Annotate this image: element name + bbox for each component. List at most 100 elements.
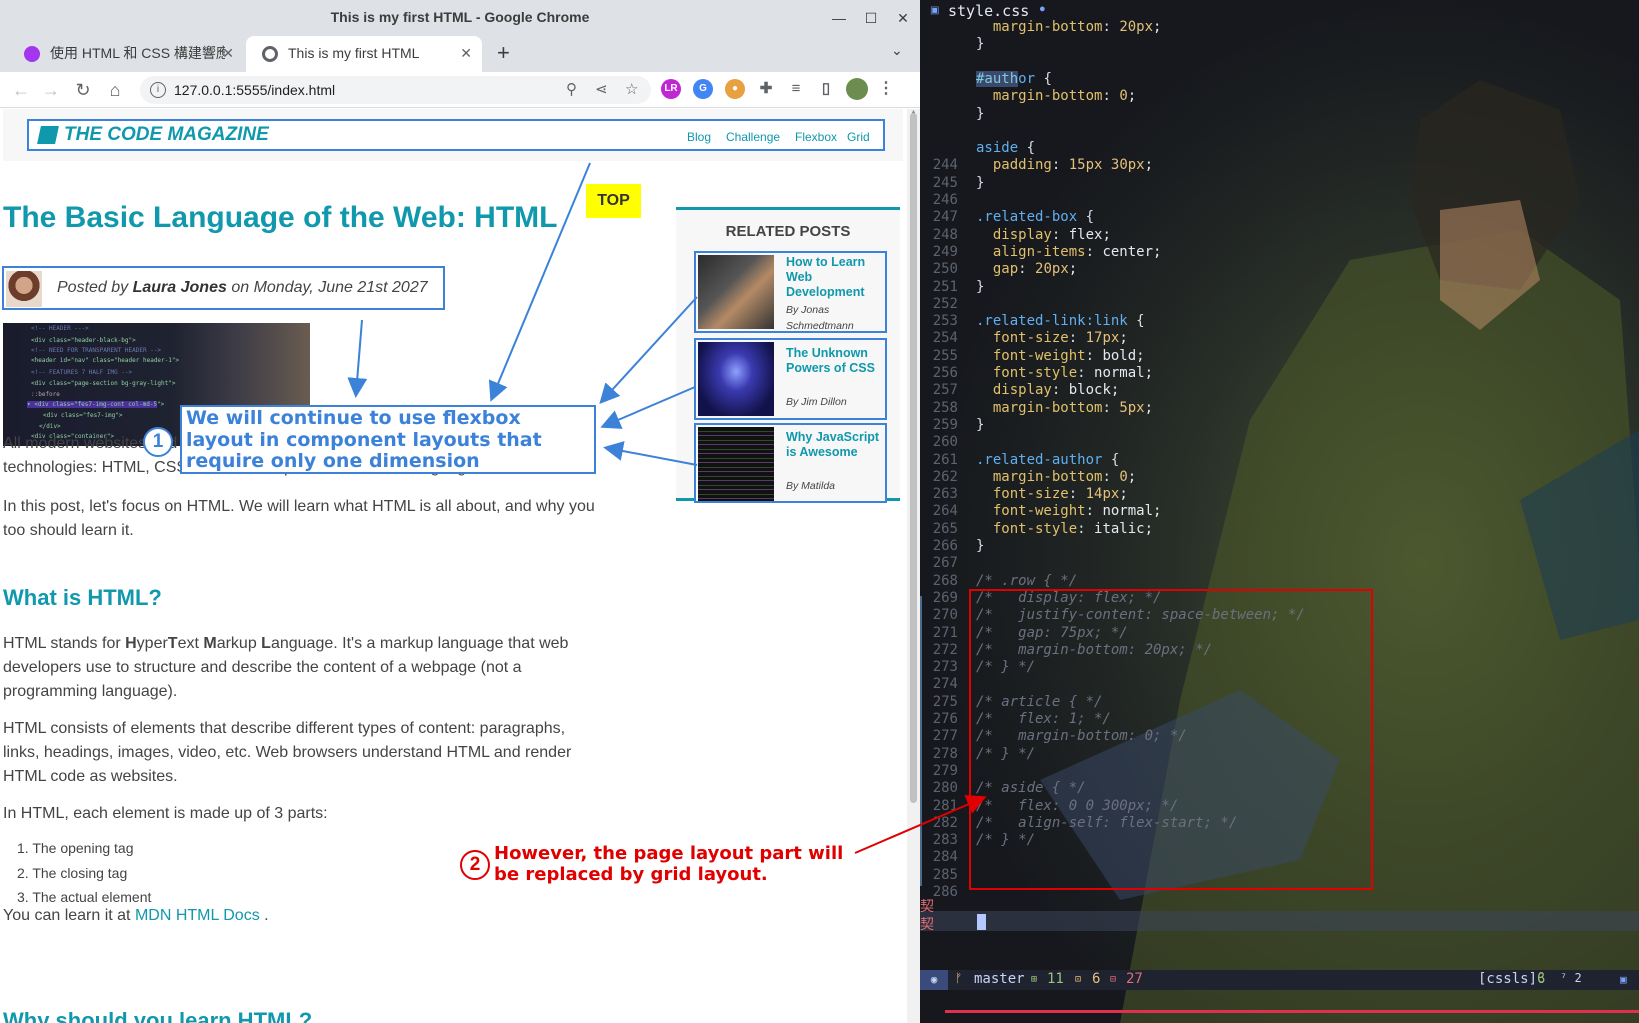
code-line[interactable]: 245}	[920, 174, 1639, 192]
close-tab-icon[interactable]: ✕	[222, 36, 234, 70]
code-line[interactable]: 252	[920, 295, 1639, 313]
heading-what-is-html: What is HTML?	[3, 585, 162, 610]
forward-arrow-icon[interactable]: →	[38, 77, 64, 103]
code-line[interactable]: 257 display: block;	[920, 381, 1639, 399]
code-line[interactable]: 263 font-size: 14px;	[920, 485, 1639, 503]
line-text: font-size: 14px;	[976, 486, 1128, 503]
bookmark-star-icon[interactable]: ☆	[625, 80, 638, 98]
code-line[interactable]: 255 font-weight: bold;	[920, 347, 1639, 365]
author-avatar	[6, 271, 42, 307]
code-line[interactable]: 258 margin-bottom: 5px;	[920, 399, 1639, 417]
status-misc: ⁷ 2	[1560, 971, 1582, 985]
code-line[interactable]: 247 .related-box {	[920, 208, 1639, 226]
paragraph-line: HTML code as websites.	[3, 768, 178, 785]
line-number: 279	[932, 762, 958, 779]
code-line[interactable]: 256 font-style: normal;	[920, 364, 1639, 382]
address-bar[interactable]: i 127.0.0.1:5555/index.html ⚲ ⋖ ☆	[140, 76, 651, 104]
nav-link-flexbox[interactable]: Flexbox	[795, 130, 837, 144]
lsp-status: [cssls]	[1478, 971, 1538, 987]
code-line[interactable]: 254 font-size: 17px;	[920, 329, 1639, 347]
site-logo[interactable]: THE CODE MAGAZINE	[64, 124, 269, 146]
new-tab-icon[interactable]: +	[497, 40, 510, 66]
line-text: display: flex;	[976, 226, 1111, 243]
code-line[interactable]: 250 gap: 20px;	[920, 260, 1639, 278]
code-line[interactable]: 260	[920, 433, 1639, 451]
code-line[interactable]: 244 padding: 15px 30px;	[920, 156, 1639, 174]
line-number: 254	[932, 330, 958, 347]
nav-link-grid[interactable]: Grid	[847, 130, 870, 144]
code-line[interactable]: aside {	[920, 139, 1639, 157]
chevron-down-icon[interactable]: ⌄	[891, 42, 903, 59]
code-line[interactable]: 262 margin-bottom: 0;	[920, 468, 1639, 486]
maximize-button[interactable]: ☐	[859, 6, 883, 30]
line-number: 267	[932, 555, 958, 572]
code-line[interactable]	[920, 53, 1639, 71]
code-line[interactable]: 246	[920, 191, 1639, 209]
top-button[interactable]: TOP	[586, 184, 641, 218]
code-line[interactable]: 253 .related-link:link {	[920, 312, 1639, 330]
annotation-note-1: We will continue to use flexbox layout i…	[180, 405, 596, 474]
file-icon: ▣	[930, 5, 940, 16]
git-branch: master	[974, 971, 1025, 987]
tab-label: 使用 HTML 和 CSS 構建響應式網	[50, 45, 225, 61]
reload-icon[interactable]: ↻	[70, 77, 96, 103]
code-line[interactable]: 265 font-style: italic;	[920, 520, 1639, 538]
related-post-link[interactable]: Why JavaScript is Awesome	[786, 430, 884, 460]
code-line[interactable]: margin-bottom: 20px;	[920, 18, 1639, 36]
translate-icon[interactable]: G	[693, 79, 713, 99]
code-line[interactable]: 266}	[920, 537, 1639, 555]
line-number: 260	[932, 434, 958, 451]
cookie-icon[interactable]: ●	[725, 79, 745, 99]
minimize-button[interactable]: —	[827, 6, 851, 30]
info-icon[interactable]: i	[150, 82, 166, 98]
extensions-puzzle-icon[interactable]: ✚	[756, 79, 776, 99]
code-line[interactable]: 249 align-items: center;	[920, 243, 1639, 261]
close-window-button[interactable]: ✕	[891, 6, 915, 30]
line-text: aside {	[976, 140, 1036, 157]
side-panel-icon[interactable]: ▯	[816, 79, 836, 99]
code-line[interactable]: }	[920, 105, 1639, 123]
menu-kebab-icon[interactable]: ⋮	[876, 79, 896, 99]
code-line[interactable]: 251}	[920, 278, 1639, 296]
line-number: 263	[932, 486, 958, 503]
code-line[interactable]: 248 display: flex;	[920, 226, 1639, 244]
code-line[interactable]: 267	[920, 554, 1639, 572]
profile-avatar[interactable]	[846, 78, 868, 100]
list-item: 1. The opening tag	[17, 840, 134, 856]
paragraph-line: programming language).	[3, 683, 178, 700]
home-icon[interactable]: ⌂	[102, 77, 128, 103]
media-icon[interactable]: ≡	[786, 79, 806, 99]
zoom-icon[interactable]: ⚲	[566, 80, 577, 98]
line-number: 253	[932, 313, 958, 330]
code-line[interactable]: 259}	[920, 416, 1639, 434]
code-line[interactable]: 261 .related-author {	[920, 451, 1639, 469]
related-post-link[interactable]: How to Learn Web Development	[786, 255, 884, 300]
code-line[interactable]: }	[920, 35, 1639, 53]
code-line[interactable]: 264 font-weight: normal;	[920, 502, 1639, 520]
back-arrow-icon[interactable]: ←	[8, 77, 34, 103]
nav-link-challenge[interactable]: Challenge	[726, 130, 780, 144]
tab-strip: 使用 HTML 和 CSS 構建響應式網 ✕ This is my first …	[0, 36, 920, 72]
page-scrollbar[interactable]: ▲	[907, 109, 920, 1023]
related-post-link[interactable]: The Unknown Powers of CSS	[786, 346, 884, 376]
added-icon: ⊞	[1031, 974, 1038, 985]
mdn-link[interactable]: MDN HTML Docs	[135, 907, 260, 924]
code-line[interactable]: margin-bottom: 0;	[920, 87, 1639, 105]
changed-icon: ⊡	[1075, 974, 1082, 985]
code-line[interactable]	[920, 122, 1639, 140]
git-branch-icon: ᚠ	[955, 971, 963, 985]
share-icon[interactable]: ⋖	[595, 80, 608, 98]
annotation-text-2: However, the page layout part will be rep…	[494, 843, 844, 885]
close-tab-icon[interactable]: ✕	[460, 36, 472, 70]
paragraph-line: In HTML, each element is made up of 3 pa…	[3, 805, 328, 822]
code-line[interactable]: 268 /* .row { */	[920, 572, 1639, 590]
nav-link-blog[interactable]: Blog	[687, 130, 711, 144]
related-post-author: By Matilda	[786, 480, 836, 492]
scrollbar-thumb[interactable]	[910, 113, 917, 803]
tab-first-html[interactable]: This is my first HTML ✕	[246, 36, 482, 72]
line-number: 259	[932, 416, 958, 433]
author-date: on Monday, June 21st 2027	[226, 279, 428, 296]
extension-lr-icon[interactable]: LR	[661, 79, 681, 99]
code-line[interactable]: #author {	[920, 70, 1639, 88]
tab-course[interactable]: 使用 HTML 和 CSS 構建響應式網 ✕	[8, 36, 244, 72]
